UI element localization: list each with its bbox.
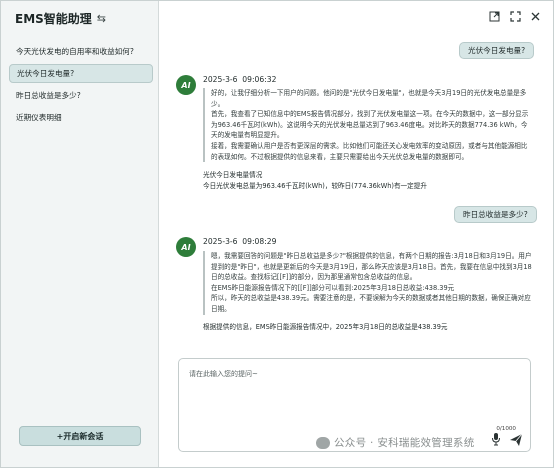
assistant-avatar: AI bbox=[176, 237, 196, 257]
reasoning-paragraph: 所以，昨天的总收益是438.39元。需要注意的是，不要误解为今天的数据或者其他日… bbox=[211, 294, 531, 313]
reasoning-block: 嗯，我需要回答的问题是"昨日总收益是多少?"根据提供的信息，有两个日期的报告:3… bbox=[203, 251, 533, 315]
send-icon[interactable] bbox=[509, 432, 523, 446]
answer-heading: 光伏今日发电量情况 bbox=[203, 171, 263, 179]
history-item[interactable]: 今天光伏发电的自用率和收益如何? bbox=[9, 42, 153, 61]
watermark: 公众号 · 安科瑞能效管理系统 bbox=[316, 435, 475, 450]
app-window: EMS智能助理 ⇆ 今天光伏发电的自用率和收益如何? 光伏今日发电量? 昨日总收… bbox=[0, 0, 554, 468]
history-list: 今天光伏发电的自用率和收益如何? 光伏今日发电量? 昨日总收益是多少? 近期仪表… bbox=[9, 42, 153, 130]
assistant-avatar: AI bbox=[176, 75, 196, 95]
chat-input-placeholder[interactable]: 请在此输入您的提问~ bbox=[189, 369, 258, 379]
chat-area: 光伏今日发电量? AI 2025-3-6 09:06:32 好的，让我仔细分析一… bbox=[160, 1, 554, 467]
message-timestamp: 2025-3-6 09:06:32 bbox=[203, 75, 277, 84]
answer-text: 根据提供的信息，EMS昨日能源报告情况中，2025年3月18日的总收益是438.… bbox=[203, 323, 448, 331]
sidebar-toggle-icon[interactable]: ⇆ bbox=[97, 12, 106, 25]
reasoning-paragraph: 在EMS昨日能源报告情况下的[[F]]部分可以看到:2025年3月18日总收益:… bbox=[211, 283, 455, 292]
reasoning-paragraph: 嗯，我需要回答的问题是"昨日总收益是多少?"根据提供的信息，有两个日期的报告:3… bbox=[211, 252, 532, 282]
user-message: 光伏今日发电量? bbox=[459, 42, 535, 59]
history-item[interactable]: 近期仪表明细 bbox=[9, 108, 153, 127]
reasoning-block: 好的，让我仔细分析一下用户的问题。他问的是"光伏今日发电量"，也就是今天3月19… bbox=[203, 88, 533, 163]
answer-text: 今日光伏发电总量为963.46千瓦时(kWh)，较昨日(774.36kWh)有一… bbox=[203, 181, 427, 190]
reasoning-paragraph: 接着，我需要确认用户是否有更深层的需求。比如他们可能还关心发电效率的变动原因，或… bbox=[211, 141, 528, 161]
answer-block: 光伏今日发电量情况 今日光伏发电总量为963.46千瓦时(kWh)，较昨日(77… bbox=[203, 170, 533, 191]
new-chat-button[interactable]: +开启新会话 bbox=[19, 426, 141, 446]
message-timestamp: 2025-3-6 09:08:29 bbox=[203, 237, 277, 246]
answer-block: 根据提供的信息，EMS昨日能源报告情况中，2025年3月18日的总收益是438.… bbox=[203, 322, 533, 333]
sidebar: EMS智能助理 ⇆ 今天光伏发电的自用率和收益如何? 光伏今日发电量? 昨日总收… bbox=[1, 1, 159, 467]
wechat-logo-icon bbox=[316, 436, 330, 449]
app-title-text: EMS智能助理 bbox=[15, 12, 92, 26]
history-item[interactable]: 昨日总收益是多少? bbox=[9, 86, 153, 105]
watermark-text: 公众号 · 安科瑞能效管理系统 bbox=[334, 437, 475, 449]
user-message: 昨日总收益是多少? bbox=[454, 206, 537, 223]
reasoning-paragraph: 好的，让我仔细分析一下用户的问题。他问的是"光伏今日发电量"，也就是今天3月19… bbox=[211, 89, 527, 108]
mic-icon[interactable] bbox=[491, 432, 501, 446]
reasoning-paragraph: 首先，我查看了已知信息中的EMS报告情况部分，找到了光伏发电量这一项。在今天的数… bbox=[211, 110, 529, 140]
history-item-active[interactable]: 光伏今日发电量? bbox=[9, 64, 153, 83]
app-title: EMS智能助理 ⇆ bbox=[15, 10, 106, 27]
